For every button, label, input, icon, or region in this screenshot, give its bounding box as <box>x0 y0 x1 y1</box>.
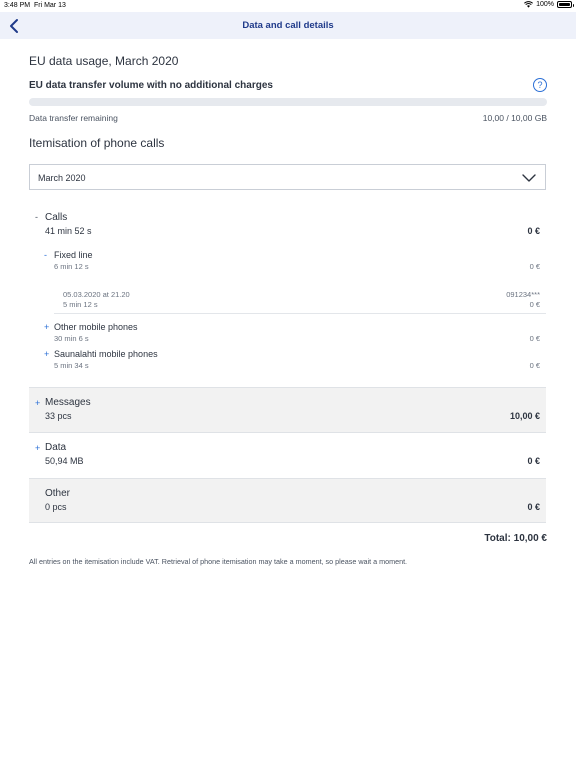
messages-amount: 10,00 € <box>509 411 540 421</box>
battery-icon <box>557 1 574 8</box>
help-icon[interactable]: ? <box>533 78 547 92</box>
messages-count: 33 pcs <box>45 411 72 421</box>
status-right: 100% <box>524 1 574 8</box>
calls-section: - Calls 41 min 52 s 0 € - Fixed line 6 m… <box>29 205 546 385</box>
saunalahti-label[interactable]: Saunalahti mobile phones <box>54 349 158 359</box>
remaining-value: 10,00 / 10,00 GB <box>482 113 547 123</box>
battery-percent: 100% <box>536 1 554 8</box>
other-count: 0 pcs <box>45 502 67 512</box>
month-select[interactable]: March 2020 <box>29 164 546 190</box>
call-entry-datetime: 05.03.2020 at 21.20 <box>63 290 130 299</box>
call-entry-number: 091234*** <box>506 290 540 299</box>
other-mobile-amount: 0 € <box>529 334 540 343</box>
data-amount: 0 € <box>527 456 540 466</box>
vat-footnote: All entries on the itemisation include V… <box>29 557 408 566</box>
calls-amount: 0 € <box>527 226 540 236</box>
saunalahti-duration: 5 min 34 s <box>54 361 89 370</box>
fixed-line-amount: 0 € <box>529 262 540 271</box>
calls-label[interactable]: Calls <box>45 212 67 223</box>
other-section: Other 0 pcs 0 € <box>29 478 546 523</box>
data-remaining-bar <box>29 98 547 106</box>
data-volume: 50,94 MB <box>45 456 84 466</box>
other-amount: 0 € <box>527 502 540 512</box>
saunalahti-amount: 0 € <box>529 361 540 370</box>
other-mobile-duration: 30 min 6 s <box>54 334 89 343</box>
remaining-label: Data transfer remaining <box>29 113 118 123</box>
divider <box>54 313 546 314</box>
saunalahti-expand-toggle[interactable]: + <box>44 349 49 359</box>
page-title: Data and call details <box>242 20 334 31</box>
call-entry-duration: 5 min 12 s <box>63 300 98 309</box>
fixed-line-label[interactable]: Fixed line <box>54 250 93 260</box>
other-label: Other <box>45 488 71 499</box>
other-mobile-expand-toggle[interactable]: + <box>44 322 49 332</box>
calls-duration: 41 min 52 s <box>45 226 92 236</box>
other-mobile-label[interactable]: Other mobile phones <box>54 322 138 332</box>
chevron-down-icon <box>522 174 536 182</box>
nav-bar: Data and call details <box>0 12 576 39</box>
wifi-icon <box>524 1 534 8</box>
itemisation-heading: Itemisation of phone calls <box>29 136 165 150</box>
total-amount: Total: 10,00 € <box>484 533 547 544</box>
messages-expand-toggle[interactable]: + <box>35 398 40 408</box>
data-expand-toggle[interactable]: + <box>35 443 40 453</box>
data-remaining-fill <box>29 98 547 106</box>
call-entry-amount: 0 € <box>529 300 540 309</box>
status-time: 3:48 PM Fri Mar 13 <box>4 2 66 9</box>
data-section[interactable]: + Data 50,94 MB 0 € <box>29 433 546 478</box>
usage-subheading: EU data transfer volume with no addition… <box>29 80 273 91</box>
fixed-line-collapse-toggle[interactable]: - <box>44 250 47 260</box>
data-label[interactable]: Data <box>45 442 66 453</box>
status-bar: 3:48 PM Fri Mar 13 100% <box>0 0 576 12</box>
fixed-line-duration: 6 min 12 s <box>54 262 89 271</box>
usage-heading: EU data usage, March 2020 <box>29 54 179 68</box>
month-select-value: March 2020 <box>38 173 86 183</box>
calls-collapse-toggle[interactable]: - <box>35 212 38 222</box>
messages-label[interactable]: Messages <box>45 397 91 408</box>
messages-section[interactable]: + Messages 33 pcs 10,00 € <box>29 387 546 433</box>
